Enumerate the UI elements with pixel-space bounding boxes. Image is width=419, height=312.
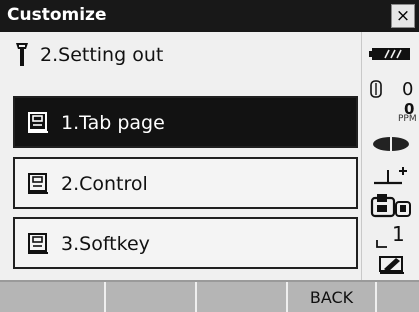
tilt-icon — [374, 167, 407, 185]
bluetooth-device-icon — [370, 194, 411, 218]
prism-constant-value: 0 — [402, 79, 414, 100]
menu-item-label: 3.Softkey — [61, 233, 150, 255]
softkey-f2[interactable] — [106, 282, 197, 312]
softkey-f5[interactable] — [377, 282, 419, 312]
target-icon — [373, 136, 409, 152]
customize-screen: Customize × 2.Setting out 1.Tab page 2.C… — [0, 0, 419, 312]
title-bar: Customize × — [0, 0, 419, 32]
softkey-f3[interactable] — [197, 282, 288, 312]
survey-pole-icon — [16, 43, 28, 66]
status-sidebar: 0 0 PPM 1 — [361, 32, 419, 280]
face-indicator-icon — [376, 240, 387, 248]
softkey-f1[interactable] — [0, 282, 106, 312]
menu-item-softkey[interactable]: 3.Softkey — [13, 217, 358, 269]
breadcrumb: 2.Setting out — [0, 32, 361, 82]
close-button[interactable]: × — [391, 4, 415, 28]
face-value: 1 — [392, 222, 405, 246]
menu-item-label: 1.Tab page — [61, 112, 165, 134]
page-title: 2.Setting out — [40, 44, 164, 66]
menu-item-tab-page[interactable]: 1.Tab page — [13, 96, 358, 148]
prism-icon — [370, 80, 382, 98]
window-title: Customize — [7, 5, 107, 25]
menu-item-control[interactable]: 2.Control — [13, 157, 358, 209]
battery-icon — [369, 48, 410, 60]
softkey-bar: BACK — [0, 280, 419, 312]
close-icon: × — [395, 6, 411, 26]
book-icon — [28, 112, 48, 133]
book-icon — [28, 173, 48, 194]
menu-item-label: 2.Control — [61, 173, 148, 195]
back-button[interactable]: BACK — [288, 282, 377, 312]
book-icon — [28, 233, 48, 254]
input-mode-icon — [379, 256, 404, 274]
ppm-unit: PPM — [398, 114, 417, 124]
